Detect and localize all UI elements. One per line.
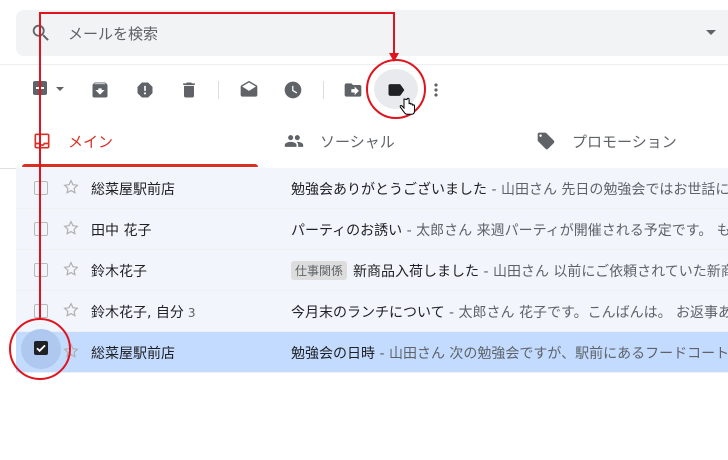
tab-promotions[interactable]: プロモーション xyxy=(536,114,677,168)
report-spam-icon[interactable] xyxy=(134,79,156,101)
email-content: 勉強会の日時 - 山田さん 次の勉強会ですが、駅前にあるフードコート xyxy=(291,343,728,363)
star-icon[interactable] xyxy=(62,219,80,237)
category-tabs: メイン ソーシャル プロモーション xyxy=(0,114,728,169)
email-snippet: - 太郎さん 来週パーティが開催される予定です。 も xyxy=(402,223,728,239)
email-snippet: - 太郎さん 花子です。こんばんは。 お返事あ xyxy=(444,305,728,321)
email-sender: 総菜屋駅前店 xyxy=(91,179,175,199)
search-icon[interactable] xyxy=(30,22,52,44)
email-list: 総菜屋駅前店 勉強会ありがとうございました - 山田さん 先日の勉強会ではお世話… xyxy=(16,168,728,373)
star-icon[interactable] xyxy=(62,178,80,196)
email-subject: 勉強会ありがとうございました xyxy=(291,182,487,198)
email-subject: パーティのお誘い xyxy=(291,223,403,239)
toolbar-divider xyxy=(218,81,219,99)
row-checkbox[interactable] xyxy=(34,222,48,236)
email-sender: 鈴木花子 xyxy=(91,261,147,281)
email-sender: 田中 花子 xyxy=(91,220,151,240)
email-row[interactable]: 総菜屋駅前店 勉強会ありがとうございました - 山田さん 先日の勉強会ではお世話… xyxy=(16,168,728,209)
snooze-icon[interactable] xyxy=(282,79,304,101)
email-content: 今月末のランチについて - 太郎さん 花子です。こんばんは。 お返事あ xyxy=(291,302,728,322)
sender-name: 田中 花子 xyxy=(91,223,152,239)
archive-icon[interactable] xyxy=(89,79,111,101)
inbox-icon xyxy=(32,131,52,151)
row-checkbox[interactable] xyxy=(34,263,48,277)
sender-name: 鈴木花子, 自分 xyxy=(91,305,184,321)
email-subject: 今月末のランチについて xyxy=(291,305,445,321)
label-icon[interactable] xyxy=(385,79,407,101)
email-content: 仕事関係 新商品入荷しました - 山田さん 以前にご依頼されていた新商 xyxy=(291,261,728,281)
more-vert-icon[interactable] xyxy=(425,79,447,101)
email-row-selected[interactable]: 総菜屋駅前店 勉強会の日時 - 山田さん 次の勉強会ですが、駅前にあるフードコー… xyxy=(16,332,728,373)
row-checkbox[interactable] xyxy=(34,181,48,195)
email-row[interactable]: 田中 花子 パーティのお誘い - 太郎さん 来週パーティが開催される予定です。 … xyxy=(16,209,728,250)
search-bar[interactable]: メールを検索 xyxy=(16,10,728,56)
email-snippet: - 山田さん 以前にご依頼されていた新商 xyxy=(479,264,728,280)
email-subject: 新商品入荷しました xyxy=(353,264,480,280)
email-content: パーティのお誘い - 太郎さん 来週パーティが開催される予定です。 も xyxy=(291,220,728,240)
email-row[interactable]: 鈴木花子, 自分 3 今月末のランチについて - 太郎さん 花子です。こんばんは。… xyxy=(16,291,728,332)
sender-name: 総菜屋駅前店 xyxy=(91,182,175,198)
people-icon xyxy=(284,131,304,151)
row-checkbox-checked[interactable] xyxy=(34,341,48,355)
email-snippet: - 山田さん 次の勉強会ですが、駅前にあるフードコート xyxy=(375,346,728,362)
email-row[interactable]: 鈴木花子 仕事関係 新商品入荷しました - 山田さん 以前にご依頼されていた新商 xyxy=(16,250,728,291)
email-subject: 勉強会の日時 xyxy=(291,346,375,362)
tab-primary[interactable]: メイン xyxy=(32,114,113,168)
sender-name: 鈴木花子 xyxy=(91,264,147,280)
email-sender: 総菜屋駅前店 xyxy=(91,343,175,363)
move-to-icon[interactable] xyxy=(342,79,364,101)
star-icon[interactable] xyxy=(62,301,80,319)
select-all-checkbox[interactable] xyxy=(33,81,47,95)
sender-name: 総菜屋駅前店 xyxy=(91,346,175,362)
tab-label: プロモーション xyxy=(572,132,677,151)
label-chip[interactable]: 仕事関係 xyxy=(291,261,348,280)
mark-as-read-icon[interactable] xyxy=(238,79,260,101)
toolbar-divider xyxy=(323,81,324,99)
tab-social[interactable]: ソーシャル xyxy=(284,114,395,168)
thread-count: 3 xyxy=(187,306,196,320)
search-options-chevron-icon[interactable] xyxy=(706,30,716,35)
star-icon[interactable] xyxy=(62,342,80,360)
email-content: 勉強会ありがとうございました - 山田さん 先日の勉強会ではお世話に xyxy=(291,179,728,199)
email-snippet: - 山田さん 先日の勉強会ではお世話に xyxy=(487,182,728,198)
tab-label: ソーシャル xyxy=(320,132,395,151)
select-menu-chevron-icon[interactable] xyxy=(56,87,64,91)
delete-icon[interactable] xyxy=(178,79,200,101)
email-sender: 鈴木花子, 自分 3 xyxy=(91,302,196,322)
active-tab-indicator xyxy=(22,164,258,167)
tag-icon xyxy=(536,131,556,151)
row-checkbox[interactable] xyxy=(34,304,48,318)
star-icon[interactable] xyxy=(62,260,80,278)
tab-label: メイン xyxy=(68,132,114,151)
search-input[interactable]: メールを検索 xyxy=(68,23,158,44)
